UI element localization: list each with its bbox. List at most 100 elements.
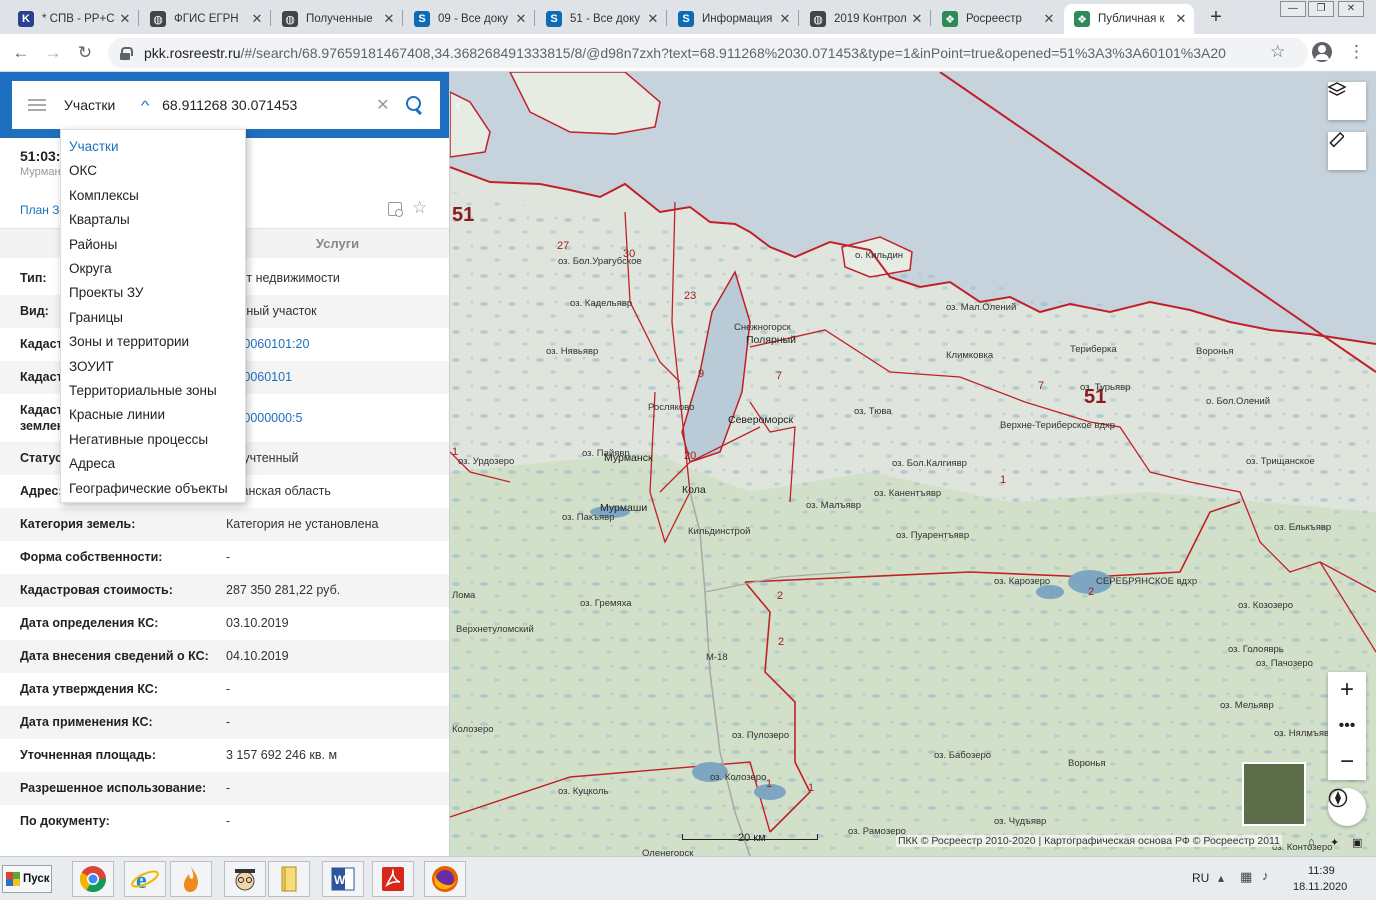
globe-icon: ◍ — [150, 11, 166, 27]
dropdown-option[interactable]: Комплексы — [69, 188, 139, 203]
tray-arrow-icon[interactable]: ▴ — [1218, 871, 1224, 885]
word-icon[interactable]: W — [322, 861, 364, 897]
map-label-place: оз. Пакъявр — [562, 512, 615, 523]
property-value: 03.10.2019 — [226, 616, 289, 630]
new-tab-button[interactable]: + — [1204, 4, 1228, 30]
map-label-place: оз. Малъявр — [806, 500, 862, 511]
map-label-place: оз. Голояврь — [1228, 644, 1284, 655]
property-value: Категория не установлена — [226, 517, 379, 531]
zoom-in-button[interactable]: + — [1328, 672, 1366, 708]
more-options-icon[interactable]: ••• — [1328, 708, 1366, 744]
layers-icon[interactable] — [1328, 82, 1366, 120]
map-label-place: Териберка — [1070, 344, 1117, 355]
zoom-out-button[interactable]: − — [1328, 744, 1366, 780]
address-bar[interactable]: pkk.rosreestr.ru/#/search/68.97659181467… — [108, 38, 1308, 68]
chrome-icon[interactable] — [72, 861, 114, 897]
map-label-district: 20 — [684, 450, 697, 462]
property-value: 3 157 692 246 кв. м — [226, 748, 338, 762]
ruler-icon[interactable] — [1328, 132, 1366, 170]
browser-menu-icon[interactable]: ⋮ — [1348, 43, 1365, 61]
close-tab-icon[interactable]: ✕ — [250, 11, 264, 27]
dropdown-option[interactable]: Проекты ЗУ — [69, 285, 144, 300]
dropdown-option[interactable]: Кварталы — [69, 212, 130, 227]
dropdown-option[interactable]: Адреса — [69, 456, 115, 471]
browser-tab[interactable]: K * СПВ - РР+С ✕ — [8, 4, 138, 34]
close-tab-icon[interactable]: ✕ — [514, 11, 528, 27]
minimap-thumbnail[interactable] — [1242, 762, 1306, 826]
dropdown-option[interactable]: Географические объекты — [69, 481, 228, 496]
globe-icon: ◍ — [810, 11, 826, 27]
browser-tab[interactable]: ◍ ФГИС ЕГРН ✕ — [140, 4, 270, 34]
close-tab-icon[interactable]: ✕ — [646, 11, 660, 27]
browser-tab[interactable]: ◍ Полученные ✕ — [272, 4, 402, 34]
browser-tab[interactable]: ❖ Публичная к ✕ — [1064, 4, 1194, 34]
dropdown-option[interactable]: Районы — [69, 237, 117, 252]
tab-title: Публичная к — [1098, 13, 1165, 25]
close-tab-icon[interactable]: ✕ — [1042, 11, 1056, 27]
start-button[interactable]: Пуск — [2, 865, 52, 893]
url-text: pkk.rosreestr.ru/#/search/68.97659181467… — [144, 45, 1226, 61]
browser-tab[interactable]: ◍ 2019 Контрол ✕ — [800, 4, 930, 34]
language-indicator[interactable]: RU — [1192, 871, 1209, 885]
print-icon[interactable]: ▣ — [1352, 836, 1362, 849]
clear-search-icon[interactable]: ✕ — [376, 95, 389, 115]
tab-separator — [798, 10, 799, 26]
dropdown-option[interactable]: Территориальные зоны — [69, 383, 217, 398]
dropdown-option[interactable]: ОКС — [69, 163, 97, 178]
tab-separator — [666, 10, 667, 26]
collapse-panel-icon[interactable]: ‹ — [450, 92, 466, 120]
volume-icon[interactable]: ♪ — [1262, 868, 1269, 883]
search-category-select[interactable]: Участки — [64, 97, 134, 113]
search-input[interactable]: 68.911268 30.071453 — [162, 97, 372, 113]
profile-avatar-icon[interactable] — [1312, 42, 1332, 62]
network-icon[interactable]: ▦ — [1240, 869, 1252, 885]
document-search-icon[interactable] — [388, 202, 403, 217]
bookmark-star-icon[interactable]: ☆ — [1270, 42, 1285, 62]
property-label: Форма собственности: — [20, 550, 163, 564]
dropdown-option[interactable]: Красные линии — [69, 407, 165, 422]
close-tab-icon[interactable]: ✕ — [910, 11, 924, 27]
browser-tab[interactable]: S 09 - Все доку ✕ — [404, 4, 534, 34]
minimize-button[interactable]: — — [1280, 1, 1306, 17]
scholar-icon[interactable] — [224, 861, 266, 897]
dropdown-option[interactable]: Зоны и территории — [69, 334, 189, 349]
back-arrow-icon[interactable]: ← — [10, 42, 32, 64]
map-label-place: Климковка — [946, 350, 994, 361]
close-tab-icon[interactable]: ✕ — [382, 11, 396, 27]
dropdown-option[interactable]: ЗОУИТ — [69, 359, 114, 374]
map-label-place: оз. Канентъявр — [874, 488, 942, 499]
browser-tab[interactable]: S Информация ✕ — [668, 4, 798, 34]
pdf-icon[interactable] — [372, 861, 414, 897]
home-icon[interactable]: ⌂ — [1308, 836, 1315, 848]
dropdown-option[interactable]: Участки — [69, 139, 119, 154]
close-tab-icon[interactable]: ✕ — [778, 11, 792, 27]
clock-time[interactable]: 11:39 — [1308, 865, 1335, 877]
dropdown-option[interactable]: Границы — [69, 310, 123, 325]
reload-icon[interactable]: ↻ — [74, 42, 96, 64]
favorite-star-icon[interactable]: ☆ — [412, 198, 427, 218]
restore-button[interactable]: ❐ — [1308, 1, 1334, 17]
hamburger-menu-icon[interactable] — [28, 99, 46, 111]
firefox-icon[interactable] — [424, 861, 466, 897]
property-label: По документу: — [20, 814, 110, 828]
plan-link[interactable]: План З — [20, 203, 60, 217]
fire-icon[interactable] — [170, 861, 212, 897]
close-tab-icon[interactable]: ✕ — [118, 11, 132, 27]
dropdown-option[interactable]: Негативные процессы — [69, 432, 208, 447]
property-label: Кадаст — [20, 403, 63, 417]
browser-tab[interactable]: ❖ Росреестр ✕ — [932, 4, 1062, 34]
locate-icon[interactable]: ✦ — [1330, 836, 1339, 849]
close-window-button[interactable]: ✕ — [1338, 1, 1364, 17]
close-tab-icon[interactable]: ✕ — [1174, 11, 1188, 27]
search-icon[interactable] — [405, 96, 424, 114]
folder-icon[interactable] — [268, 861, 310, 897]
chevron-up-icon[interactable]: ^ — [141, 98, 150, 113]
dropdown-option[interactable]: Округа — [69, 261, 112, 276]
ie-icon[interactable]: e — [124, 861, 166, 897]
map-view[interactable]: 51 51 27 30 23 9 7 7 20 1 1 2 2 2 1 1 о. Кильдин оз. Бол.… — [450, 72, 1376, 856]
clock-date[interactable]: 18.11.2020 — [1293, 881, 1347, 893]
tab-services[interactable]: Услуги — [225, 229, 449, 259]
compass-icon[interactable] — [1328, 788, 1366, 826]
browser-tab[interactable]: S 51 - Все доку ✕ — [536, 4, 666, 34]
forward-arrow-icon[interactable]: → — [42, 42, 64, 64]
